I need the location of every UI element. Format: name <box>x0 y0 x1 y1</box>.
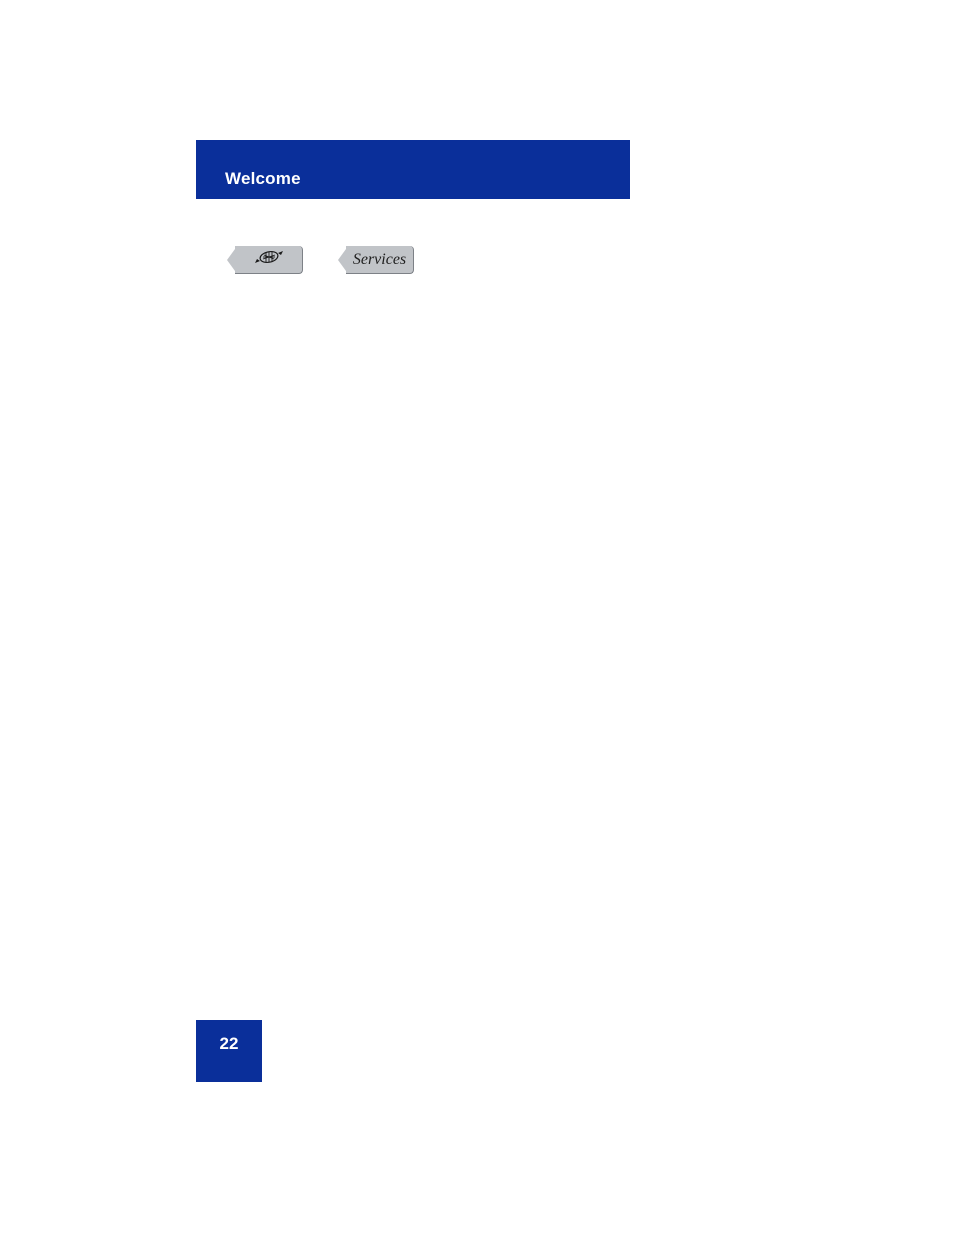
page-number: 22 <box>220 1034 239 1054</box>
header-bar: Welcome <box>196 140 630 199</box>
sync-button[interactable] <box>235 246 303 274</box>
page-number-box: 22 <box>196 1020 262 1082</box>
sync-icon <box>252 247 286 272</box>
header-title: Welcome <box>225 169 301 189</box>
services-button[interactable]: Services <box>346 246 414 274</box>
services-button-label: Services <box>353 251 406 269</box>
